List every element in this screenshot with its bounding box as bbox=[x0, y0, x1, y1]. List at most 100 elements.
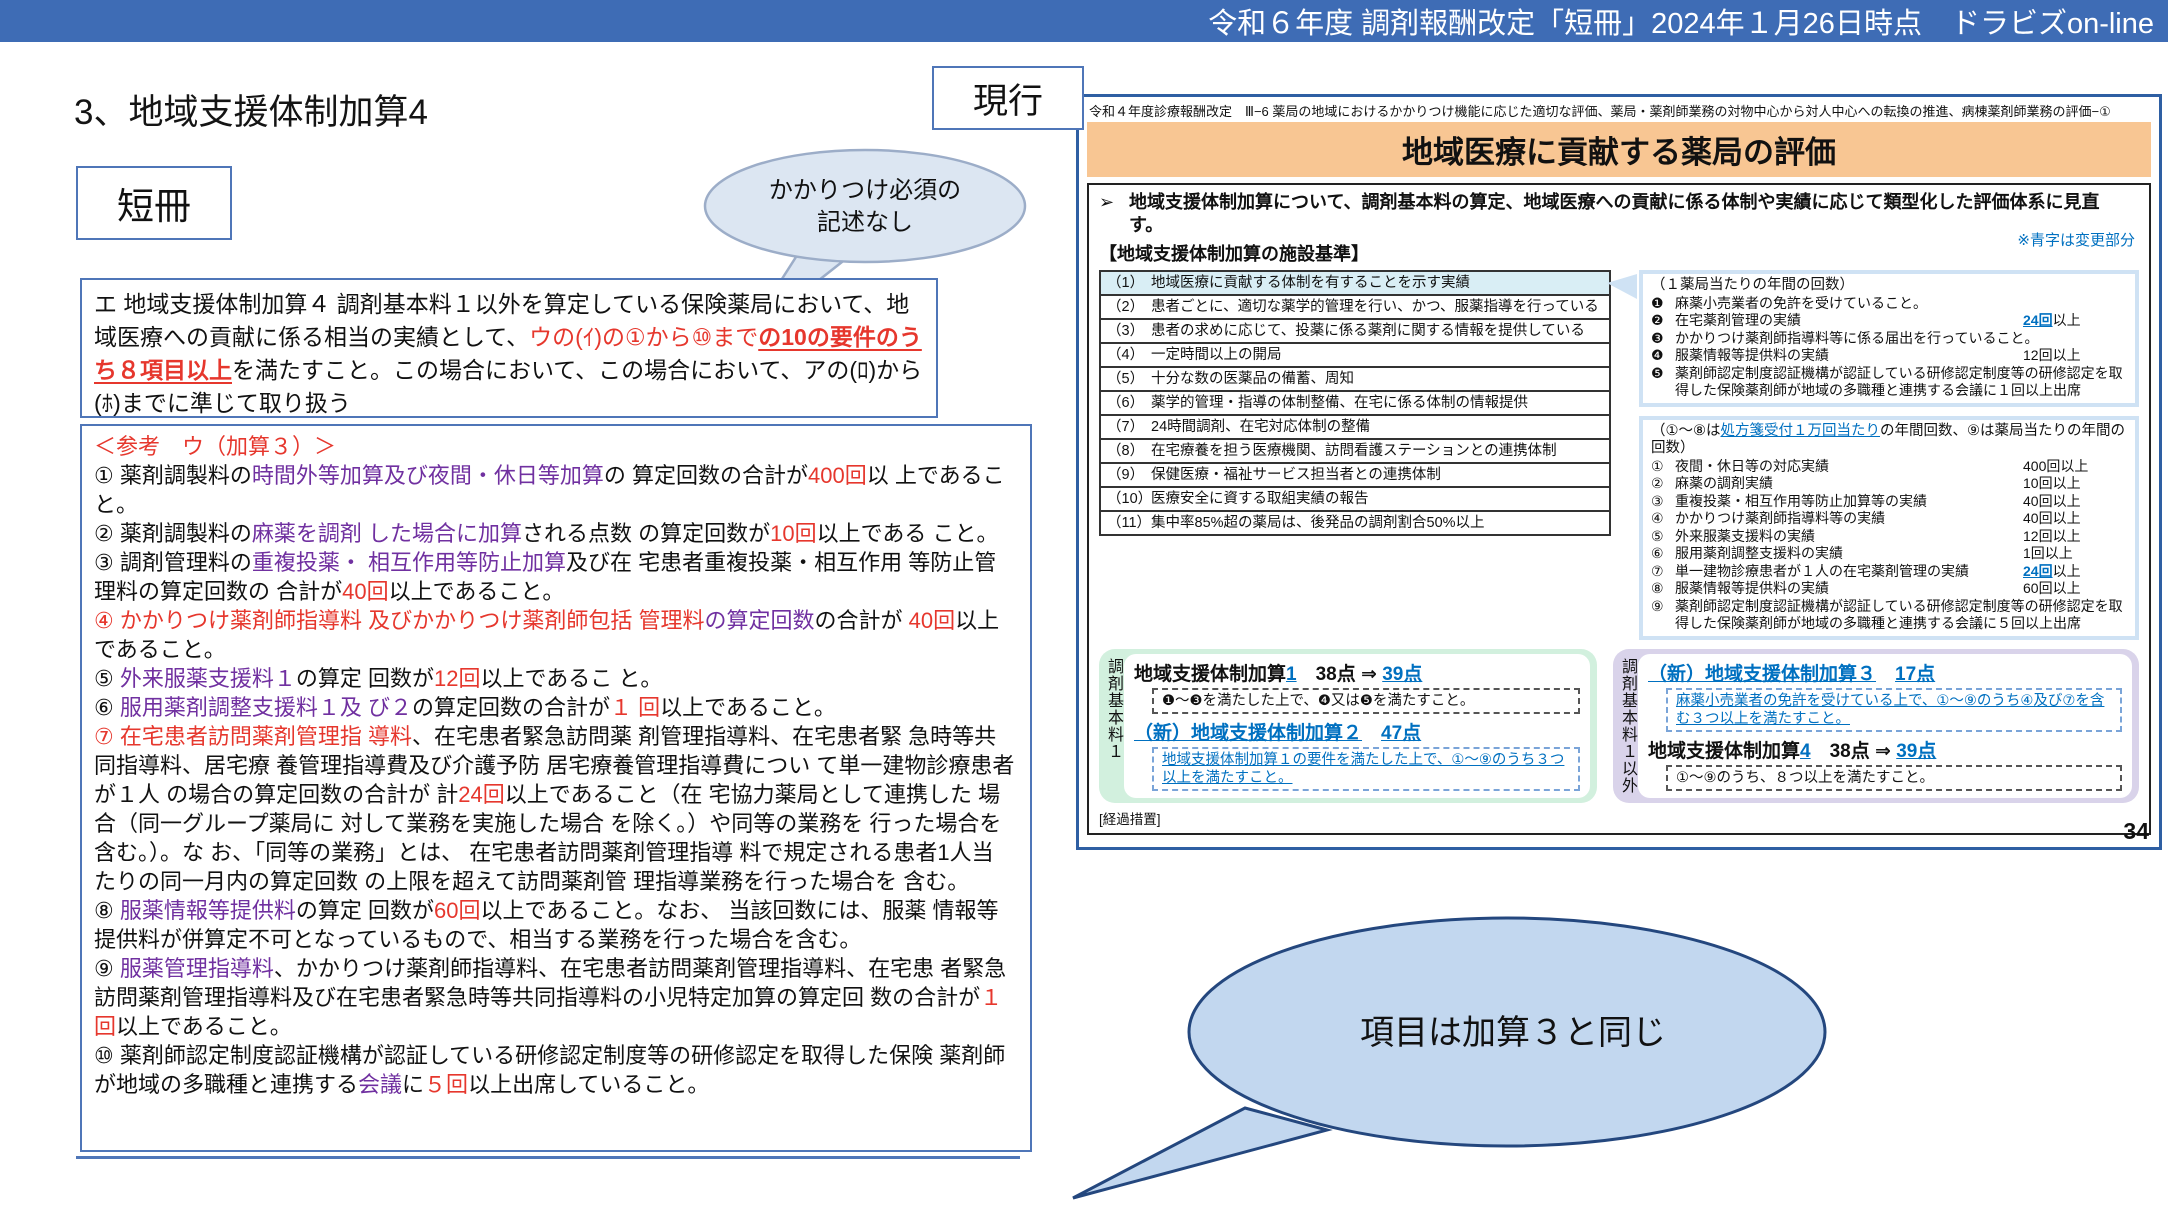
item-text: かかりつけ薬剤師指導料等の実績 bbox=[1675, 510, 2017, 528]
criteria-row-text: 患者の求めに応じて、投薬に係る薬剤に関する情報を提供している bbox=[1151, 322, 1603, 340]
criteria-row: （5） 十分な数の医薬品の備蓄、周知 bbox=[1099, 366, 1611, 392]
kasan3-title: （新）地域支援体制加算３ 17点 bbox=[1648, 659, 2122, 686]
item-marker: ④ bbox=[1651, 510, 1675, 528]
kasan3-condition-box: 麻薬小売業者の免許を受けている上で、①～⑨のうち④及び⑦を含む３つ以上を満たすこ… bbox=[1666, 688, 2122, 732]
item-marker: ❶ bbox=[1651, 295, 1675, 313]
blue-change-note: ※青字は変更部分 bbox=[2017, 229, 2135, 250]
item-marker: ① bbox=[1651, 458, 1675, 476]
lead-paragraph: ➢ 地域支援体制加算について、調剤基本料の算定、地域医療への貢献に係る体制や実績… bbox=[1099, 191, 2139, 237]
kasan1-title: 地域支援体制加算1 38点 ⇒ 39点 bbox=[1134, 659, 1580, 686]
item-text: 重複投薬・相互作用等防止加算等の実績 bbox=[1675, 493, 2017, 511]
criteria-row-number: （4） bbox=[1107, 346, 1151, 364]
per-pharmacy-list: ❶ 麻薬小売業者の免許を受けていること。 ❷ 在宅薬剤管理の実績 24回以上 ❸… bbox=[1651, 295, 2127, 400]
transition-heading: [経過措置] bbox=[1099, 811, 2139, 829]
kasan2-condition-box: 地域支援体制加算１の要件を満たした上で、①～⑨のうち３つ以上を満たすこと。 bbox=[1152, 747, 1580, 791]
kasan1-condition: ❶～❸を満たした上で、❹又は❺を満たすこと。 bbox=[1152, 688, 1580, 714]
kihon1-other-group: 調剤基本料１以外 （新）地域支援体制加算３ 17点 麻薬小売業者の免許を受けてい… bbox=[1613, 649, 2139, 803]
criteria-row-text: 在宅療養を担う医療機関、訪問看護ステーションとの連携体制 bbox=[1151, 442, 1603, 460]
item-value: 12回以上 bbox=[2023, 528, 2127, 546]
item-value: 24回以上 bbox=[2023, 312, 2127, 330]
requirement-item: ⑧ 服薬情報等提供料の実績 60回以上 bbox=[1651, 580, 2127, 598]
criteria-row-number: （7） bbox=[1107, 418, 1151, 436]
item-text: 服薬情報等提供料の実績 bbox=[1675, 347, 2017, 365]
requirement-item: ⑦ 単一建物診療患者が１人の在宅薬剤管理の実績 24回以上 bbox=[1651, 563, 2127, 581]
current-system-panel: 令和４年度診療報酬改定 Ⅲ−6 薬局の地域におけるかかりつけ機能に応じた適切な評… bbox=[1076, 94, 2162, 850]
criteria-row-number: （10） bbox=[1107, 490, 1151, 508]
item-text: 単一建物診療患者が１人の在宅薬剤管理の実績 bbox=[1675, 563, 2017, 581]
per-10k-box: （①～⑧は処方箋受付１万回当たりの年間回数、⑨は薬局当たりの年間の回数） ① 夜… bbox=[1639, 416, 2139, 640]
tanzaku-label-box: 短冊 bbox=[76, 166, 232, 240]
criteria-row-text: 保健医療・福祉サービス担当者との連携体制 bbox=[1151, 466, 1603, 484]
kasan2-title: （新）地域支援体制加算２ 47点 bbox=[1134, 718, 1580, 745]
bubble-text-line2: 記述なし bbox=[817, 209, 913, 236]
kihon1-vertical-label: 調剤基本料１ bbox=[1102, 654, 1124, 798]
tanzaku-text-box: エ 地域支援体制加算４ 調剤基本料１以外を算定している保険薬局において、地域医療… bbox=[80, 278, 938, 418]
item-value: 40回以上 bbox=[2023, 510, 2127, 528]
criteria-row: （7） 24時間調剤、在宅対応体制の整備 bbox=[1099, 414, 1611, 440]
requirement-item: ⑤ 外来服薬支援料の実績 12回以上 bbox=[1651, 528, 2127, 546]
bubble-text-line1: かかりつけ必須の bbox=[769, 177, 961, 204]
kasan2-condition: 地域支援体制加算１の要件を満たした上で、①～⑨のうち３つ以上を満たすこと。 bbox=[1162, 752, 1564, 786]
criteria-row-text: 医療安全に資する取組実績の報告 bbox=[1151, 490, 1603, 508]
criteria-row-number: （3） bbox=[1107, 322, 1151, 340]
item-marker: ⑤ bbox=[1651, 528, 1675, 546]
per-10k-title: （①～⑧は処方箋受付１万回当たりの年間回数、⑨は薬局当たりの年間の回数） bbox=[1651, 423, 2127, 458]
item-value: 10回以上 bbox=[2023, 475, 2127, 493]
header-title: 令和６年度 調剤報酬改定「短冊」2024年１月26日時点 ドラビズon-line bbox=[1208, 0, 2154, 42]
requirement-item: ② 麻薬の調剤実績 10回以上 bbox=[1651, 475, 2127, 493]
criteria-row-text: 薬学的管理・指導の体制整備、在宅に係る体制の情報提供 bbox=[1151, 394, 1603, 412]
divider-line bbox=[76, 1156, 1020, 1159]
criteria-row-number: （8） bbox=[1107, 442, 1151, 460]
criteria-row-text: 一定時間以上の開局 bbox=[1151, 346, 1603, 364]
item-marker: ⑨ bbox=[1651, 598, 1675, 633]
item-value: 24回以上 bbox=[2023, 563, 2127, 581]
requirement-item: ③ 重複投薬・相互作用等防止加算等の実績 40回以上 bbox=[1651, 493, 2127, 511]
item-marker: ② bbox=[1651, 475, 1675, 493]
criteria-row: （3） 患者の求めに応じて、投薬に係る薬剤に関する情報を提供している bbox=[1099, 318, 1611, 344]
criteria-row-text: 24時間調剤、在宅対応体制の整備 bbox=[1151, 418, 1603, 436]
tanzaku-label: 短冊 bbox=[117, 176, 191, 230]
criteria-row: （4） 一定時間以上の開局 bbox=[1099, 342, 1611, 368]
criteria-row-number: （2） bbox=[1107, 298, 1151, 316]
item-value: 60回以上 bbox=[2023, 580, 2127, 598]
requirement-item: ❹ 服薬情報等提供料の実績 12回以上 bbox=[1651, 347, 2127, 365]
item-marker: ⑧ bbox=[1651, 580, 1675, 598]
requirement-item: ⑥ 服用薬剤調整支援料の実績 1回以上 bbox=[1651, 545, 2127, 563]
criteria-row: （6） 薬学的管理・指導の体制整備、在宅に係る体制の情報提供 bbox=[1099, 390, 1611, 416]
bubble-ellipse bbox=[705, 150, 1025, 262]
kasan4-title: 地域支援体制加算4 38点 ⇒ 39点 bbox=[1648, 736, 2122, 763]
item-marker: ③ bbox=[1651, 493, 1675, 511]
criteria-row-number: （6） bbox=[1107, 394, 1151, 412]
connector-triangle bbox=[1607, 274, 1637, 299]
item-value: 400回以上 bbox=[2023, 458, 2127, 476]
item-text: 服用薬剤調整支援料の実績 bbox=[1675, 545, 2017, 563]
transition-measures: [経過措置] bbox=[1099, 811, 2139, 829]
requirement-item: ❷ 在宅薬剤管理の実績 24回以上 bbox=[1651, 312, 2127, 330]
kasan4-condition: ①～⑨のうち、８つ以上を満たすこと。 bbox=[1666, 765, 2122, 791]
item-value: 40回以上 bbox=[2023, 493, 2127, 511]
current-label-box: 現行 bbox=[932, 66, 1084, 130]
criteria-row: （2） 患者ごとに、適切な薬学的管理を行い、かつ、服薬指導を行っている bbox=[1099, 294, 1611, 320]
per-pharmacy-title: （１薬局当たりの年間の回数） bbox=[1651, 277, 2127, 295]
criteria-row-text: 患者ごとに、適切な薬学的管理を行い、かつ、服薬指導を行っている bbox=[1151, 298, 1603, 316]
criteria-row: （11） 集中率85%超の薬局は、後発品の調剤割合50%以上 bbox=[1099, 510, 1611, 536]
page-title: 3、地域支援体制加算4 bbox=[74, 84, 428, 135]
criteria-row-number: （1） bbox=[1107, 274, 1151, 292]
item-text: 麻薬の調剤実績 bbox=[1675, 475, 2017, 493]
bubble-text: 項目は加算３と同じ bbox=[1360, 1014, 1666, 1052]
requirement-item: ④ かかりつけ薬剤師指導料等の実績 40回以上 bbox=[1651, 510, 2127, 528]
item-text: 服薬情報等提供料の実績 bbox=[1675, 580, 2017, 598]
arrow-bullet-icon: ➢ bbox=[1099, 191, 1129, 237]
reference-kasan3-box: ＜参考 ウ（加算３）＞① 薬剤調製料の時間外等加算及び夜間・休日等加算の 算定回… bbox=[80, 424, 1032, 1152]
item-marker: ⑥ bbox=[1651, 545, 1675, 563]
requirement-item: ❺ 薬剤師認定制度認証機構が認証している研修認定制度等の研修認定を取得した保険薬… bbox=[1651, 365, 2127, 400]
item-marker: ❺ bbox=[1651, 365, 1675, 400]
item-text: 薬剤師認定制度認証機構が認証している研修認定制度等の研修認定を取得した保険薬剤師… bbox=[1675, 598, 2127, 633]
per-10k-list: ① 夜間・休日等の対応実績 400回以上 ② 麻薬の調剤実績 10回以上 ③ 重… bbox=[1651, 458, 2127, 633]
current-label: 現行 bbox=[973, 73, 1043, 124]
item-text: 薬剤師認定制度認証機構が認証している研修認定制度等の研修認定を取得した保険薬剤師… bbox=[1675, 365, 2127, 400]
criteria-row-text: 地域医療に貢献する体制を有することを示す実績 bbox=[1151, 274, 1603, 292]
criteria-table: （1） 地域医療に貢献する体制を有することを示す実績 （2） 患者ごとに、適切な… bbox=[1099, 270, 1611, 640]
callout-same-as-kasan3-bubble: 項目は加算３と同じ bbox=[1055, 900, 1955, 1210]
criteria-columns: （1） 地域医療に貢献する体制を有することを示す実績 （2） 患者ごとに、適切な… bbox=[1099, 270, 2139, 640]
